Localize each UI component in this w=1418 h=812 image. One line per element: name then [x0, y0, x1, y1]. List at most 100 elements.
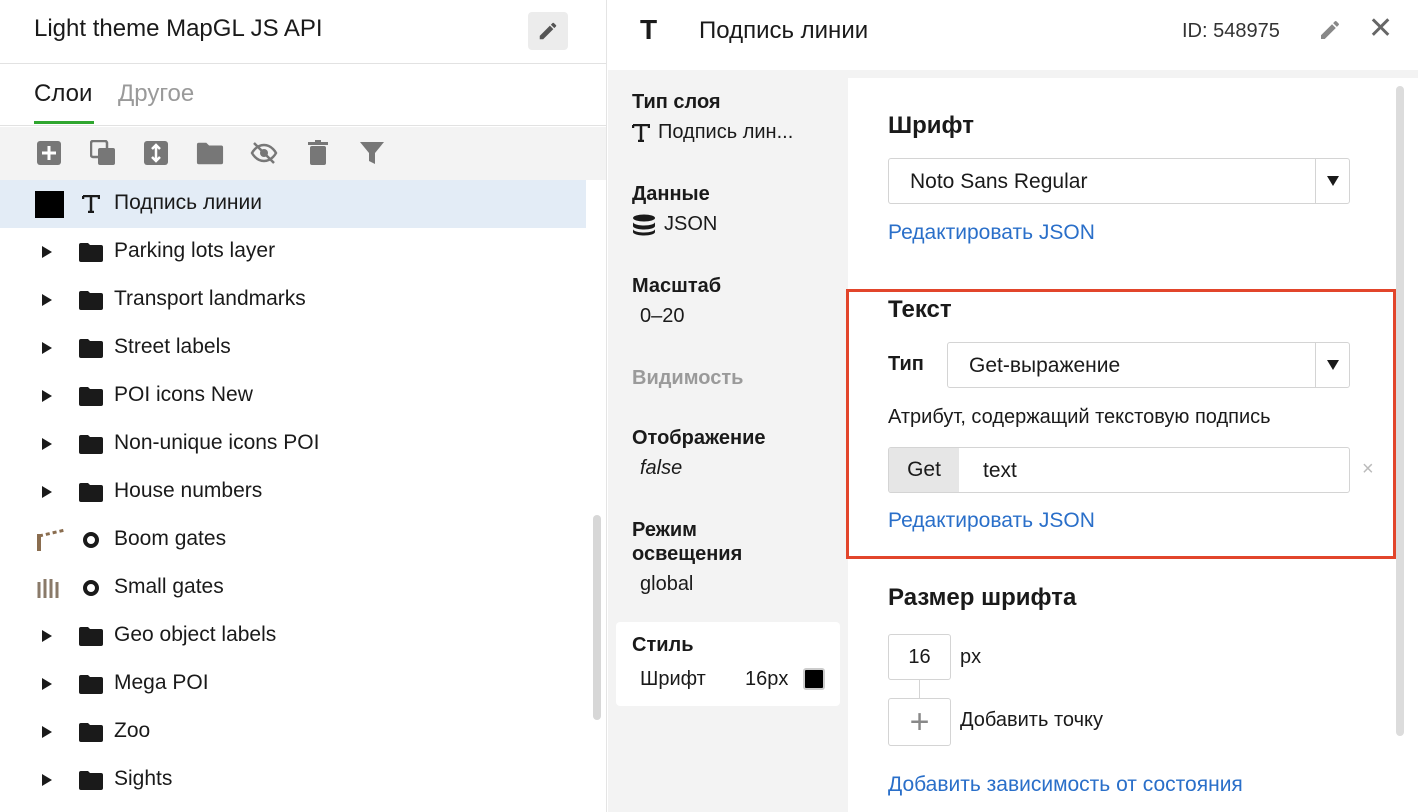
style-property-size: 16px: [745, 668, 789, 690]
chevron-down-icon[interactable]: [1315, 159, 1349, 203]
layer-group-row[interactable]: POI icons New: [0, 372, 590, 420]
prop-data[interactable]: Данные JSON: [632, 182, 717, 236]
layer-label: Подпись линии: [114, 191, 262, 214]
style-title-bar: Light theme MapGL JS API: [0, 0, 606, 64]
folder-icon: [78, 384, 104, 408]
text-type-label: Тип: [888, 353, 924, 375]
expand-arrow-icon[interactable]: [42, 390, 52, 402]
layer-label: Transport landmarks: [114, 287, 306, 310]
prop-title: Данные: [632, 183, 710, 205]
layer-group-row[interactable]: House numbers: [0, 468, 590, 516]
text-type-select[interactable]: Get-выражение: [947, 342, 1350, 388]
folder-icon: [78, 624, 104, 648]
layer-group-row[interactable]: Zoo: [0, 708, 590, 756]
layer-list-scrollbar[interactable]: [593, 515, 601, 720]
add-state-dependency-link[interactable]: Добавить зависимость от состояния: [888, 773, 1243, 797]
expand-arrow-icon[interactable]: [42, 438, 52, 450]
text-edit-json-link[interactable]: Редактировать JSON: [888, 509, 1095, 533]
close-icon[interactable]: ✕: [1368, 14, 1393, 44]
text-layer-icon: [78, 192, 104, 216]
layer-color-swatch: [35, 191, 64, 218]
prop-zoom[interactable]: Масштаб 0–20: [632, 274, 721, 328]
layer-group-row[interactable]: Geo object labels: [0, 612, 590, 660]
layer-label: Mega POI: [114, 671, 209, 694]
add-layer-icon[interactable]: [35, 139, 63, 167]
clear-icon[interactable]: ×: [1362, 458, 1374, 481]
font-edit-json-link[interactable]: Редактировать JSON: [888, 221, 1095, 245]
expand-arrow-icon[interactable]: [42, 774, 52, 786]
font-select[interactable]: Noto Sans Regular: [888, 158, 1350, 204]
folder-icon: [78, 672, 104, 696]
tab-layers[interactable]: Слои: [34, 80, 92, 108]
reorder-icon[interactable]: [142, 139, 170, 167]
layer-label: Non-unique icons POI: [114, 431, 320, 454]
attribute-label: Атрибут, содержащий текстовую подпись: [888, 406, 1271, 428]
folder-icon: [78, 240, 104, 264]
text-section-title: Текст: [888, 296, 952, 323]
layer-label: Street labels: [114, 335, 231, 358]
layer-label: Zoo: [114, 719, 151, 742]
layer-label: Parking lots layer: [114, 239, 276, 262]
active-tab-indicator: [34, 121, 94, 124]
tab-other[interactable]: Другое: [118, 80, 194, 108]
expand-arrow-icon[interactable]: [42, 486, 52, 498]
layer-properties-sidebar: Тип слоя Подпись лин... Данные JSON Масш…: [608, 70, 848, 812]
layer-group-row[interactable]: Sights: [0, 756, 590, 804]
expand-arrow-icon[interactable]: [42, 678, 52, 690]
expand-arrow-icon[interactable]: [42, 294, 52, 306]
database-icon: [633, 214, 655, 235]
prop-display[interactable]: Отображение false: [632, 426, 766, 480]
text-type-value: Get-выражение: [969, 354, 1121, 377]
prop-title-line2: освещения: [632, 543, 743, 565]
layer-label: Boom gates: [114, 527, 227, 550]
text-layer-icon: [632, 123, 650, 142]
edit-title-button[interactable]: [528, 12, 568, 50]
chevron-down-icon[interactable]: [1315, 343, 1349, 387]
layer-group-row[interactable]: Parking lots layer: [0, 228, 590, 276]
folder-icon[interactable]: [196, 139, 224, 167]
prop-title: Стиль: [632, 634, 694, 656]
layer-group-row[interactable]: Non-unique icons POI: [0, 420, 590, 468]
folder-icon: [78, 432, 104, 456]
layer-label: Sights: [114, 767, 173, 790]
add-point-button[interactable]: +: [888, 698, 951, 746]
prop-value: JSON: [632, 213, 717, 236]
folder-icon: [78, 336, 104, 360]
layer-group-row[interactable]: Transport landmarks: [0, 276, 590, 324]
trash-icon[interactable]: [304, 139, 332, 167]
font-size-input[interactable]: 16: [888, 634, 951, 680]
layer-row-boom-gates[interactable]: Boom gates: [0, 516, 590, 564]
duplicate-icon[interactable]: [89, 139, 117, 167]
expand-arrow-icon[interactable]: [42, 246, 52, 258]
layer-list: Подпись линии Parking lots layer Transpo…: [0, 180, 590, 804]
panel-tabs: Слои Другое: [0, 64, 606, 126]
prop-style-card[interactable]: Стиль Шрифт 16px: [616, 622, 840, 706]
prop-layer-type[interactable]: Тип слоя Подпись лин...: [632, 90, 793, 144]
layer-type-value: Подпись лин...: [658, 121, 794, 143]
folder-icon: [78, 288, 104, 312]
layer-label: House numbers: [114, 479, 263, 502]
prop-lighting[interactable]: Режим освещения global: [632, 518, 742, 596]
lighting-value: global: [640, 573, 694, 595]
add-point-label[interactable]: Добавить точку: [960, 709, 1103, 732]
zoom-range-value: 0–20: [640, 305, 685, 327]
prop-title: Тип слоя: [632, 91, 721, 113]
get-attribute-value[interactable]: text: [983, 459, 1017, 483]
hide-icon[interactable]: [250, 139, 278, 167]
layer-group-row[interactable]: Mega POI: [0, 660, 590, 708]
expand-arrow-icon[interactable]: [42, 342, 52, 354]
editor-scrollbar[interactable]: [1396, 86, 1404, 736]
filter-icon[interactable]: [358, 139, 386, 167]
prop-title: Режим: [632, 519, 697, 541]
data-source-value: JSON: [664, 213, 718, 235]
get-expression-field[interactable]: Get text: [888, 447, 1350, 493]
layer-row-small-gates[interactable]: Small gates: [0, 564, 590, 612]
rename-button[interactable]: [1318, 18, 1342, 47]
expand-arrow-icon[interactable]: [42, 726, 52, 738]
layer-row-line-label[interactable]: Подпись линии: [0, 180, 586, 228]
layer-group-row[interactable]: Street labels: [0, 324, 590, 372]
layer-label: Small gates: [114, 575, 224, 598]
prop-visibility[interactable]: Видимость: [632, 366, 743, 390]
expand-arrow-icon[interactable]: [42, 630, 52, 642]
pencil-icon: [1321, 20, 1340, 39]
